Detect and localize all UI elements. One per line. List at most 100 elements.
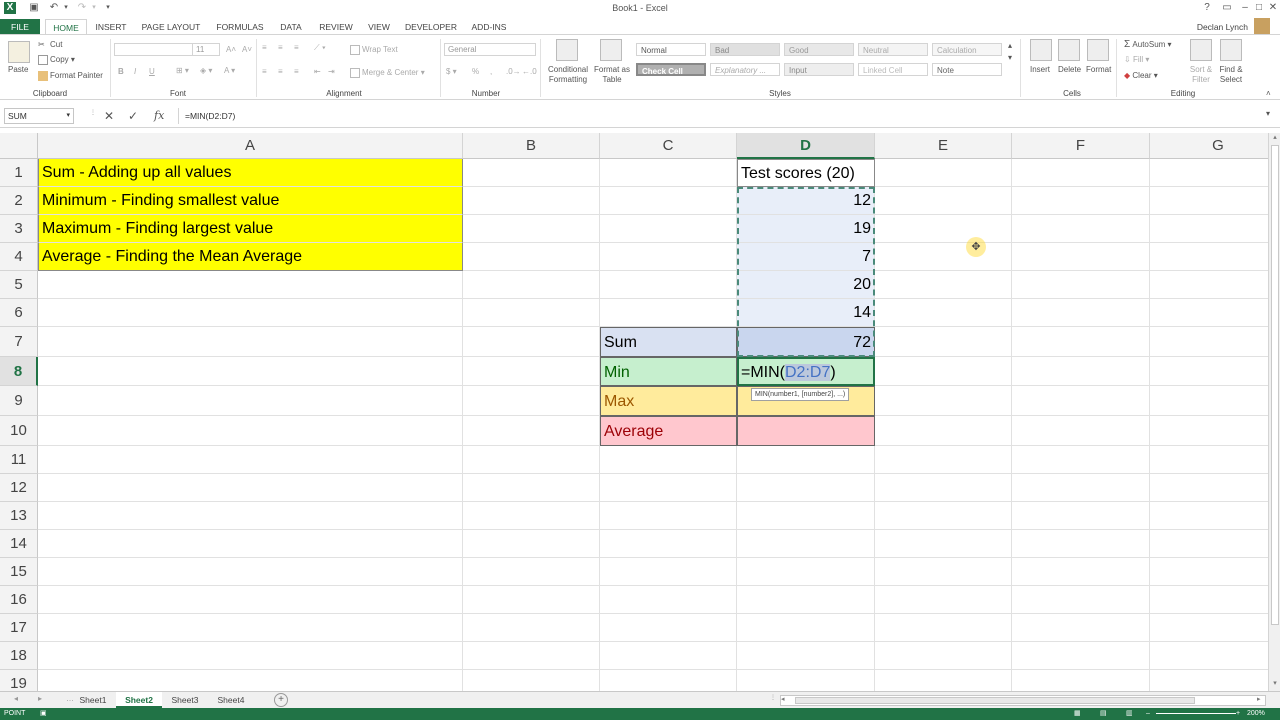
cell-b1[interactable] <box>463 159 600 187</box>
normal-view-icon[interactable]: ▦ <box>1074 708 1081 720</box>
row-header-3[interactable]: 3 <box>0 215 38 243</box>
conditional-formatting-icon[interactable] <box>556 39 578 61</box>
cell-g13[interactable] <box>1150 502 1268 530</box>
cell-d1[interactable]: Test scores (20) <box>737 159 875 187</box>
sheet-tab-sheet4[interactable]: Sheet4 <box>208 692 254 708</box>
expand-formula-bar-icon[interactable]: ▾ <box>1266 109 1270 118</box>
macro-record-icon[interactable]: ▣ <box>40 708 47 720</box>
cell-f12[interactable] <box>1012 474 1150 502</box>
cell-c1[interactable] <box>600 159 737 187</box>
scroll-up-arrow-icon[interactable]: ▴ <box>1269 133 1280 141</box>
cell-g15[interactable] <box>1150 558 1268 586</box>
borders-icon[interactable]: ⊞ ▾ <box>176 66 189 75</box>
cell-a8[interactable] <box>38 357 463 386</box>
cell-style-good[interactable]: Good <box>784 43 854 56</box>
cell-c8[interactable]: Min <box>600 357 737 386</box>
page-layout-view-icon[interactable]: ▤ <box>1100 708 1107 720</box>
cell-c9[interactable]: Max <box>600 386 737 416</box>
accounting-format-icon[interactable]: $ ▾ <box>446 67 457 76</box>
cell-style-calculation[interactable]: Calculation <box>932 43 1002 56</box>
tab-developer[interactable]: DEVELOPER <box>402 19 460 35</box>
cell-c10[interactable]: Average <box>600 416 737 446</box>
cell-f3[interactable] <box>1012 215 1150 243</box>
formula-input[interactable]: =MIN(D2:D7) <box>178 108 1263 124</box>
cell-f5[interactable] <box>1012 271 1150 299</box>
row-header-5[interactable]: 5 <box>0 271 38 299</box>
cell-e8[interactable] <box>875 357 1012 386</box>
cell-c7[interactable]: Sum <box>600 327 737 357</box>
cell-g8[interactable] <box>1150 357 1268 386</box>
cell-f4[interactable] <box>1012 243 1150 271</box>
cell-g2[interactable] <box>1150 187 1268 215</box>
row-header-7[interactable]: 7 <box>0 327 38 357</box>
format-cells-icon[interactable] <box>1087 39 1109 61</box>
cell-d15[interactable] <box>737 558 875 586</box>
cell-d14[interactable] <box>737 530 875 558</box>
row-header-13[interactable]: 13 <box>0 502 38 530</box>
cell-a3[interactable]: Maximum - Finding largest value <box>38 215 463 243</box>
cell-e15[interactable] <box>875 558 1012 586</box>
copy-button[interactable]: Copy ▾ <box>38 55 75 65</box>
column-header-a[interactable]: A <box>38 133 463 159</box>
cell-g4[interactable] <box>1150 243 1268 271</box>
cell-a15[interactable] <box>38 558 463 586</box>
cell-f10[interactable] <box>1012 416 1150 446</box>
cell-e1[interactable] <box>875 159 1012 187</box>
prev-sheet-icon[interactable]: ◂ <box>14 694 18 703</box>
cell-a18[interactable] <box>38 642 463 670</box>
cell-b15[interactable] <box>463 558 600 586</box>
cell-d13[interactable] <box>737 502 875 530</box>
row-header-15[interactable]: 15 <box>0 558 38 586</box>
cell-g3[interactable] <box>1150 215 1268 243</box>
cell-e3[interactable] <box>875 215 1012 243</box>
cell-b8[interactable] <box>463 357 600 386</box>
cell-f9[interactable] <box>1012 386 1150 416</box>
cell-e4[interactable] <box>875 243 1012 271</box>
cell-c6[interactable] <box>600 299 737 327</box>
row-header-18[interactable]: 18 <box>0 642 38 670</box>
cell-f2[interactable] <box>1012 187 1150 215</box>
cell-style-explanatory[interactable]: Explanatory ... <box>710 63 780 76</box>
cell-e11[interactable] <box>875 446 1012 474</box>
sort-filter-icon[interactable] <box>1190 39 1212 61</box>
cell-d8-editing[interactable]: =MIN(D2:D7) <box>737 357 875 386</box>
cell-b16[interactable] <box>463 586 600 614</box>
cell-style-normal[interactable]: Normal <box>636 43 706 56</box>
font-name-combo[interactable] <box>114 43 194 56</box>
tab-file[interactable]: FILE <box>0 19 40 35</box>
cell-style-note[interactable]: Note <box>932 63 1002 76</box>
autosum-button[interactable]: Σ AutoSum ▾ <box>1124 39 1172 50</box>
cell-f17[interactable] <box>1012 614 1150 642</box>
tab-add-ins[interactable]: ADD-INS <box>466 19 512 35</box>
scroll-down-arrow-icon[interactable]: ▾ <box>1269 679 1280 687</box>
cell-f14[interactable] <box>1012 530 1150 558</box>
column-header-b[interactable]: B <box>463 133 600 159</box>
cell-b10[interactable] <box>463 416 600 446</box>
cell-c12[interactable] <box>600 474 737 502</box>
cell-c11[interactable] <box>600 446 737 474</box>
row-header-8[interactable]: 8 <box>0 357 38 386</box>
cell-e2[interactable] <box>875 187 1012 215</box>
cell-d10[interactable] <box>737 416 875 446</box>
increase-indent-icon[interactable]: ⇥ <box>328 67 335 76</box>
cell-b6[interactable] <box>463 299 600 327</box>
cell-a14[interactable] <box>38 530 463 558</box>
cell-style-neutral[interactable]: Neutral <box>858 43 928 56</box>
cell-style-linked-cell[interactable]: Linked Cell <box>858 63 928 76</box>
close-icon[interactable]: ✕ <box>1266 1 1280 15</box>
paste-button[interactable]: Paste <box>8 65 28 74</box>
grow-font-icon[interactable]: A˄ <box>226 45 236 54</box>
cell-b13[interactable] <box>463 502 600 530</box>
row-header-2[interactable]: 2 <box>0 187 38 215</box>
comma-style-button[interactable]: , <box>490 67 492 76</box>
cell-e9[interactable] <box>875 386 1012 416</box>
cell-a11[interactable] <box>38 446 463 474</box>
sheet-tab-sheet3[interactable]: Sheet3 <box>162 692 208 708</box>
cell-g9[interactable] <box>1150 386 1268 416</box>
cell-g19[interactable] <box>1150 670 1268 691</box>
delete-cells-button[interactable]: Delete <box>1058 65 1081 74</box>
cell-b18[interactable] <box>463 642 600 670</box>
enter-icon[interactable]: ✓ <box>128 109 138 123</box>
cell-style-check-cell[interactable]: Check Cell <box>636 63 706 76</box>
cell-e18[interactable] <box>875 642 1012 670</box>
